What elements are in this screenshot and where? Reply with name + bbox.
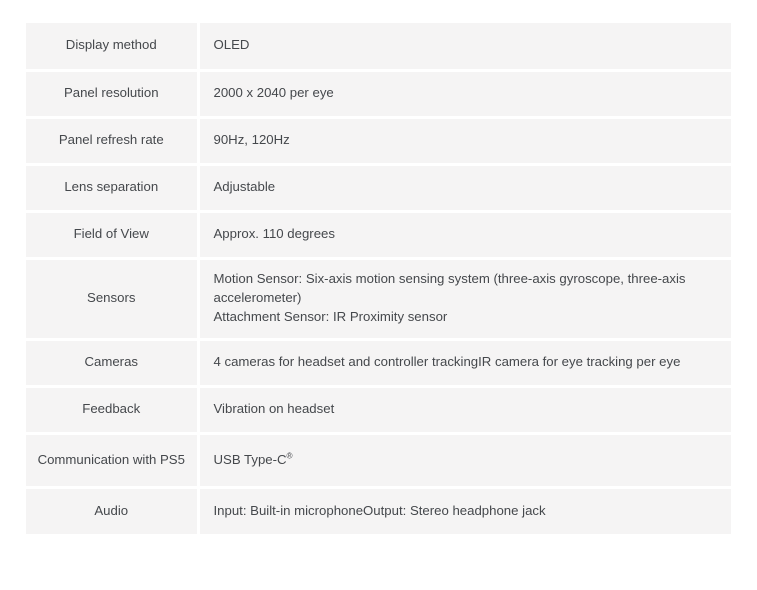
spec-value-text: USB Type-C (213, 451, 287, 467)
spec-value-line: Approx. 110 degrees (213, 226, 335, 242)
table-row: Sensors Motion Sensor: Six-axis motion se… (26, 258, 731, 341)
spec-value-line: OLED (213, 37, 250, 53)
spec-value-line: Vibration on headset (213, 401, 335, 417)
spec-value-line: 2000 x 2040 per eye (213, 85, 334, 101)
spec-value-cell: Vibration on headset (198, 386, 731, 435)
spec-label-cell: Field of View (26, 211, 200, 260)
table-row: Feedback Vibration on headset (26, 386, 731, 435)
spec-value-line: USB Type-C® (214, 451, 714, 470)
spec-value-cell: Adjustable (198, 164, 731, 213)
table-row: Panel resolution 2000 x 2040 per eye (26, 70, 731, 119)
table-row: Cameras 4 cameras for headset and control… (26, 339, 731, 388)
table-row: Audio Input: Built-in microphoneOutput: S… (26, 487, 731, 534)
table-row: Panel refresh rate 90Hz, 120Hz (26, 117, 731, 166)
spec-label-cell: Display method (26, 23, 200, 72)
spec-value-line: Adjustable (213, 179, 276, 195)
spec-value-cell: OLED (198, 23, 731, 72)
spec-value-line: 4 cameras for headset and controller tra… (213, 354, 681, 370)
spec-value-line: 90Hz, 120Hz (213, 132, 290, 148)
spec-label-cell: Communication with PS5 (26, 433, 200, 489)
spec-label-cell: Panel refresh rate (26, 117, 200, 166)
specifications-table-body: Display method OLED Panel resolution 2000 x… (26, 23, 731, 534)
table-row: Display method OLED (26, 23, 731, 72)
table-row: Field of View Approx. 110 degrees (26, 211, 731, 260)
spec-label-cell: Audio (26, 487, 200, 534)
spec-value-cell: 4 cameras for headset and controller tra… (198, 339, 731, 388)
spec-label-cell: Sensors (26, 258, 200, 341)
spec-value-cell: Input: Built-in microphoneOutput: Stereo… (198, 487, 731, 534)
registered-trademark-symbol: ® (286, 451, 293, 461)
table-row: Communication with PS5 USB Type-C® (26, 433, 731, 489)
spec-sheet-page: Display method OLED Panel resolution 2000 x… (0, 0, 757, 590)
table-row: Lens separation Adjustable (26, 164, 731, 213)
spec-value-cell: Approx. 110 degrees (198, 211, 731, 260)
spec-label-cell: Lens separation (26, 164, 200, 213)
spec-value-cell: 90Hz, 120Hz (198, 117, 731, 166)
spec-value-line: Attachment Sensor: IR Proximity sensor (213, 308, 448, 324)
spec-value-cell: 2000 x 2040 per eye (198, 70, 731, 119)
specifications-table: Display method OLED Panel resolution 2000 x… (26, 23, 731, 534)
spec-label-cell: Panel resolution (26, 70, 200, 119)
spec-label-cell: Feedback (26, 386, 200, 435)
spec-value-cell: USB Type-C® (198, 433, 731, 489)
spec-label-cell: Cameras (26, 339, 200, 388)
spec-value-line: Input: Built-in microphoneOutput: Stereo… (213, 502, 546, 518)
spec-value-line: Motion Sensor: Six-axis motion sensing s… (213, 271, 686, 306)
spec-value-cell: Motion Sensor: Six-axis motion sensing s… (198, 258, 731, 341)
